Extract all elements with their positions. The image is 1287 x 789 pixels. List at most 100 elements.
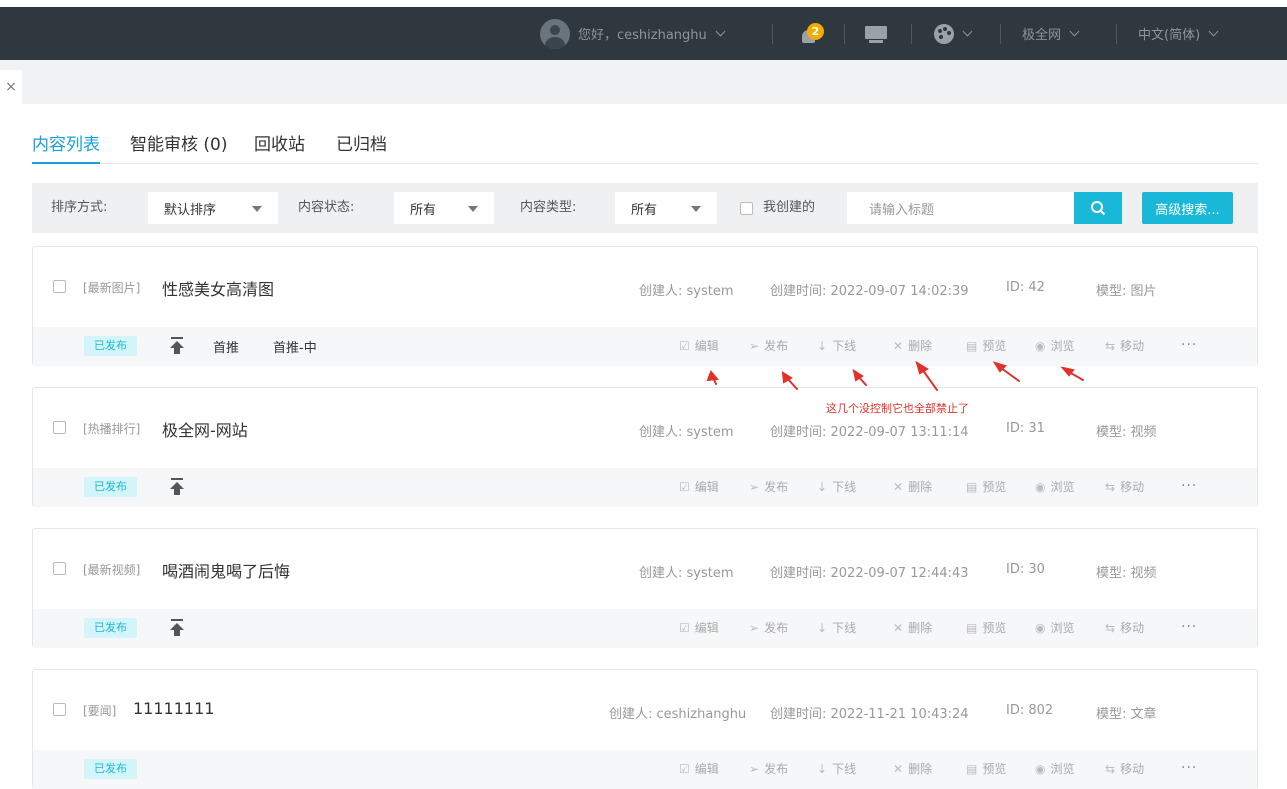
tab-smart-review[interactable]: 智能审核 (0) [130,130,227,155]
avatar [540,18,570,49]
pin-top-icon[interactable] [169,478,185,496]
item-created-time: 创建时间: 2022-09-07 13:11:14 [770,425,969,440]
action-label: 编辑 [694,621,719,635]
action-arrow-down[interactable]: ↓ 下线 [817,327,856,366]
user-menu[interactable]: 您好，ceshizhanghu [540,7,726,60]
action-edit[interactable]: ☑ 编辑 [679,468,719,507]
tab-close-button[interactable]: × [0,70,22,104]
action-eye[interactable]: ◉ 浏览 [1035,609,1075,648]
action-edit[interactable]: ☑ 编辑 [679,327,719,366]
row-checkbox[interactable] [53,280,66,293]
search-input[interactable]: 请输入标题 [847,192,1075,224]
action-close[interactable]: ✕ 删除 [893,468,932,507]
item-title[interactable]: 喝酒闹鬼喝了后悔 [162,558,290,582]
action-label: 删除 [908,762,933,776]
sort-select-value: 默认排序 [164,202,217,218]
status-select[interactable]: 所有 [394,192,494,224]
action-file[interactable]: ▤ 预览 [966,750,1006,789]
action-arrow-down[interactable]: ↓ 下线 [817,468,856,507]
more-icon[interactable]: ··· [1181,750,1197,789]
content-card: [热播排行] 极全网-网站 创建人: system 创建时间: 2022-09-… [32,387,1258,507]
item-id: ID: 802 [1006,703,1054,718]
screen-button[interactable] [865,7,887,60]
divider [844,24,845,44]
card-info-row: [热播排行] 极全网-网站 创建人: system 创建时间: 2022-09-… [33,388,1257,468]
action-close[interactable]: ✕ 删除 [893,750,932,789]
action-file[interactable]: ▤ 预览 [966,609,1006,648]
divider [1116,24,1117,44]
action-label: 移动 [1120,339,1145,353]
caret-down-icon [468,206,478,212]
action-label: 下线 [832,621,857,635]
row-checkbox[interactable] [53,562,66,575]
action-arrow-down[interactable]: ↓ 下线 [817,750,856,789]
edit-icon: ☑ [679,480,690,494]
more-icon[interactable]: ··· [1181,609,1197,648]
item-title[interactable]: 11111111 [133,699,214,718]
item-creator: 创建人: system [639,566,734,581]
action-send[interactable]: ➢ 发布 [749,750,788,789]
action-eye[interactable]: ◉ 浏览 [1035,750,1075,789]
mine-checkbox[interactable] [740,201,753,215]
annotation-note: 这几个没控制它也全部禁止了 [826,402,969,415]
mine-filter[interactable]: 我创建的 [740,183,815,233]
pin-top-icon[interactable] [169,619,185,637]
site-selector[interactable]: 极全网 [1022,7,1080,60]
action-close[interactable]: ✕ 删除 [893,327,932,366]
more-icon[interactable]: ··· [1181,327,1197,366]
send-icon: ➢ [749,762,760,776]
action-swap[interactable]: ⇆ 移动 [1105,750,1144,789]
item-model: 模型: 文章 [1096,707,1157,722]
search-button[interactable] [1074,192,1122,224]
type-label: 内容类型: [520,200,577,215]
action-send[interactable]: ➢ 发布 [749,609,788,648]
language-selector[interactable]: 中文(简体) [1138,7,1219,60]
item-title[interactable]: 极全网-网站 [162,417,248,441]
tab-archived[interactable]: 已归档 [336,130,387,155]
action-file[interactable]: ▤ 预览 [966,468,1006,507]
item-title[interactable]: 性感美女高清图 [162,276,274,300]
action-eye[interactable]: ◉ 浏览 [1035,327,1075,366]
action-label: 编辑 [694,762,719,776]
monitor-icon [865,25,887,43]
action-edit[interactable]: ☑ 编辑 [679,750,719,789]
type-select[interactable]: 所有 [615,192,717,224]
edit-icon: ☑ [679,621,690,635]
notification-badge: 2 [807,22,824,40]
item-created-time: 创建时间: 2022-09-07 14:02:39 [770,284,969,299]
eye-icon: ◉ [1035,621,1046,635]
item-created-time: 创建时间: 2022-09-07 12:44:43 [770,566,969,581]
item-creator: 创建人: ceshizhanghu [609,707,747,722]
item-created-time: 创建时间: 2022-11-21 10:43:24 [770,707,969,722]
mine-label: 我创建的 [763,200,816,215]
action-send[interactable]: ➢ 发布 [749,327,788,366]
item-category: [最新视频] [83,563,141,577]
action-file[interactable]: ▤ 预览 [966,327,1006,366]
row-checkbox[interactable] [53,421,66,434]
action-swap[interactable]: ⇆ 移动 [1105,468,1144,507]
close-icon: ✕ [893,480,904,494]
action-close[interactable]: ✕ 删除 [893,609,932,648]
tab-content-list[interactable]: 内容列表 [32,130,100,164]
tab-recycle-bin[interactable]: 回收站 [254,130,305,155]
sort-label: 排序方式: [51,200,108,215]
sort-select[interactable]: 默认排序 [148,192,278,224]
action-label: 预览 [982,339,1007,353]
arrow-down-icon: ↓ [817,339,828,353]
action-send[interactable]: ➢ 发布 [749,468,788,507]
action-edit[interactable]: ☑ 编辑 [679,609,719,648]
action-swap[interactable]: ⇆ 移动 [1105,609,1144,648]
advanced-search-button[interactable]: 高级搜索... [1142,192,1233,224]
more-icon[interactable]: ··· [1181,468,1197,507]
pin-top-icon[interactable] [169,337,185,355]
theme-menu[interactable] [934,7,973,60]
action-eye[interactable]: ◉ 浏览 [1035,468,1075,507]
notification-button[interactable]: 2 [798,7,824,60]
filter-bar: 排序方式: 默认排序 内容状态: 所有 内容类型: 所有 我创建的 请输入标题 … [32,183,1258,233]
item-category: [最新图片] [83,281,141,295]
action-label: 删除 [908,339,933,353]
action-swap[interactable]: ⇆ 移动 [1105,327,1144,366]
action-arrow-down[interactable]: ↓ 下线 [817,609,856,648]
status-badge: 已发布 [84,336,137,356]
row-checkbox[interactable] [53,703,66,716]
